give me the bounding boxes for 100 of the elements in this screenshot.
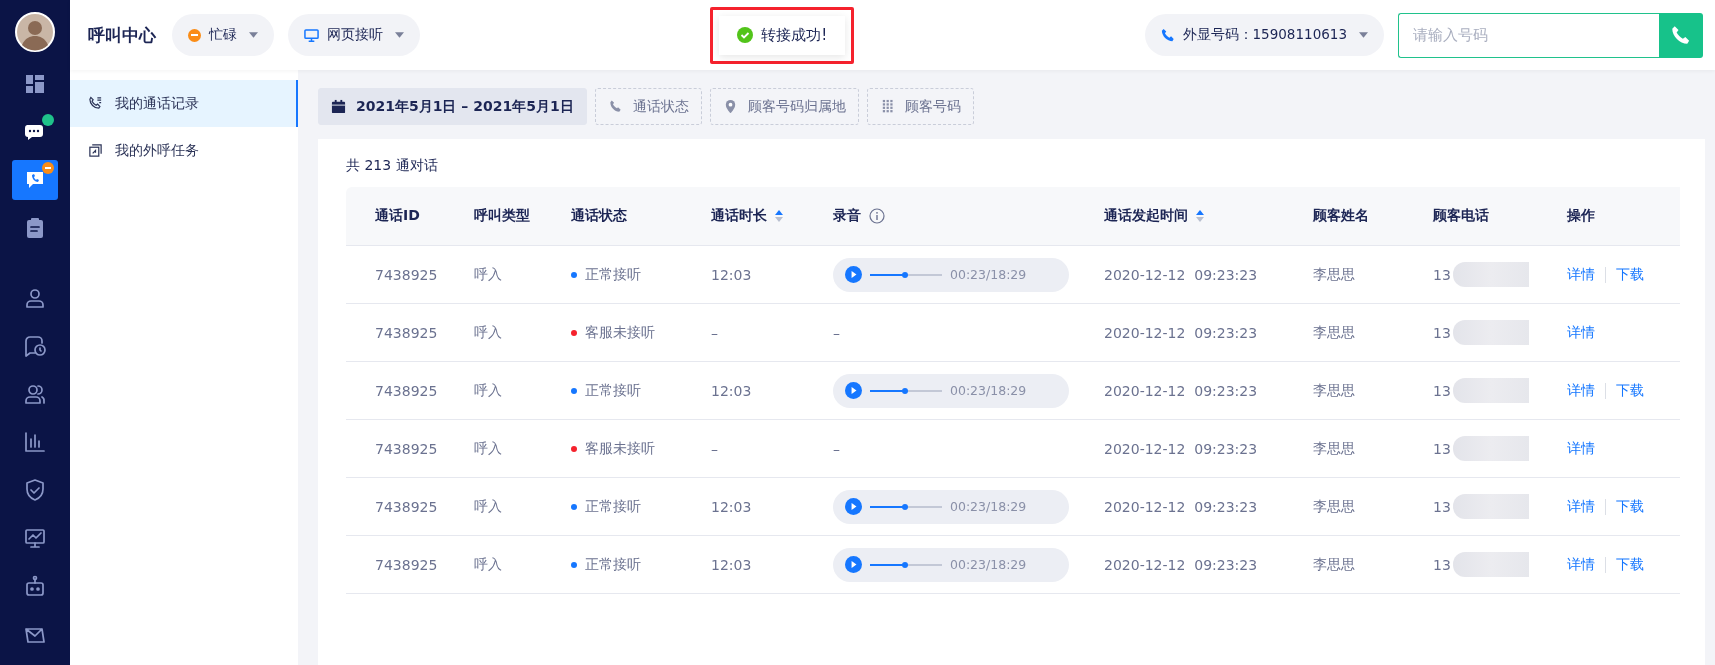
chat-clock-icon (23, 334, 47, 358)
phone-list-icon (88, 96, 103, 111)
progress-track[interactable] (870, 389, 942, 392)
column-header[interactable]: 通话发起时间 (1104, 187, 1313, 246)
playback-time: 00:23/18:29 (950, 499, 1027, 514)
table-cell: 13 (1433, 324, 1451, 341)
action-link[interactable]: 详情 (1567, 439, 1595, 458)
stacked-squares-icon (88, 143, 103, 158)
column-title: 呼叫类型 (474, 207, 530, 225)
caret-icon (1359, 32, 1368, 38)
action-link[interactable]: 下载 (1616, 265, 1644, 284)
table-cell: 呼入 (474, 323, 502, 342)
table-cell: 12:03 (711, 498, 752, 515)
filter-button[interactable]: 顾客号码 (866, 88, 974, 125)
table-cell: 2020-12-12 09:23:23 (1104, 382, 1258, 399)
table-cell: 13 (1433, 440, 1451, 457)
table-cell: 李思思 (1313, 555, 1355, 574)
shield-check-icon (23, 478, 47, 502)
column-title: 顾客姓名 (1313, 207, 1369, 225)
calendar-icon (331, 99, 346, 114)
playback-time: 00:23/18:29 (950, 557, 1027, 572)
column-title: 通话发起时间 (1104, 207, 1188, 225)
table-cell: 呼入 (474, 439, 502, 458)
table-cell: 正常接听 (585, 497, 641, 516)
action-link[interactable]: 详情 (1567, 497, 1595, 516)
action-link[interactable]: 详情 (1567, 381, 1595, 400)
table-cell: 客服未接听 (585, 323, 655, 342)
avatar[interactable] (15, 12, 55, 52)
table-cell: – (833, 324, 840, 341)
play-button[interactable] (845, 498, 862, 515)
action-link[interactable]: 下载 (1616, 381, 1644, 400)
table-cell: 12:03 (711, 382, 752, 399)
table-cell: 2020-12-12 09:23:23 (1104, 440, 1258, 457)
agent-status-dropdown[interactable]: 忙碌 (172, 14, 274, 56)
table-cell: 呼入 (474, 265, 502, 284)
record-count: 共 213 通对话 (346, 157, 439, 175)
table-cell: – (833, 440, 840, 457)
users-icon (23, 382, 47, 406)
monitor-chart-icon (23, 526, 47, 550)
dashboard-icon (23, 72, 47, 96)
playback-time: 00:23/18:29 (950, 383, 1027, 398)
play-button[interactable] (845, 382, 862, 399)
sort-icon[interactable] (775, 210, 783, 222)
date-range-filter[interactable]: 2021年5月1日 – 2021年5月1日 (318, 88, 587, 125)
progress-track[interactable] (870, 273, 942, 276)
table-cell: 13 (1433, 382, 1451, 399)
action-link[interactable]: 详情 (1567, 555, 1595, 574)
action-link[interactable]: 详情 (1567, 323, 1595, 342)
table-cell: 李思思 (1313, 439, 1355, 458)
progress-track[interactable] (870, 505, 942, 508)
table-cell: 7438925 (375, 556, 438, 573)
info-icon[interactable] (869, 208, 885, 224)
play-button[interactable] (845, 266, 862, 283)
table-cell: 7438925 (375, 440, 438, 457)
filter-button[interactable]: 通话状态 (594, 88, 702, 125)
answer-mode-dropdown[interactable]: 网页接听 (288, 14, 420, 56)
table-cell: 李思思 (1313, 381, 1355, 400)
table-cell: 12:03 (711, 556, 752, 573)
table-cell: – (711, 324, 718, 341)
table-cell: 呼入 (474, 497, 502, 516)
monitor-icon (304, 27, 319, 43)
progress-track[interactable] (870, 563, 942, 566)
play-button[interactable] (845, 556, 862, 573)
table-cell: 呼入 (474, 555, 502, 574)
action-link[interactable]: 下载 (1616, 555, 1644, 574)
column-title: 操作 (1567, 207, 1595, 225)
action-link[interactable]: 详情 (1567, 265, 1595, 284)
column-title: 录音 (833, 207, 861, 225)
table-cell: 正常接听 (585, 555, 641, 574)
column-header[interactable]: 通话时长 (711, 187, 833, 246)
table-cell: 12:03 (711, 266, 752, 283)
online-dot (42, 114, 54, 126)
sub-nav-item[interactable]: 我的通话记录 (70, 80, 298, 127)
toast-text: 转接成功! (761, 25, 828, 45)
table-cell: – (711, 440, 718, 457)
bar-chart-icon (23, 430, 47, 454)
caret-icon (249, 32, 258, 38)
page-title: 呼叫中心 (88, 23, 156, 47)
playback-time: 00:23/18:29 (950, 267, 1027, 282)
table-cell: 李思思 (1313, 497, 1355, 516)
table-cell: 13 (1433, 266, 1451, 283)
action-link[interactable]: 下载 (1616, 497, 1644, 516)
phone-icon (1671, 25, 1691, 45)
caret-icon (395, 32, 404, 38)
caller-id-dropdown[interactable]: 外显号码：15908110613 (1144, 14, 1384, 56)
table-cell: 呼入 (474, 381, 502, 400)
table-cell: 7438925 (375, 324, 438, 341)
busy-badge (42, 162, 54, 174)
table-cell: 李思思 (1313, 265, 1355, 284)
filter-button[interactable]: 顾客号码归属地 (709, 88, 859, 125)
table-cell: 2020-12-12 09:23:23 (1104, 498, 1258, 515)
table-cell: 2020-12-12 09:23:23 (1104, 556, 1258, 573)
sort-icon[interactable] (1196, 210, 1204, 222)
call-button[interactable] (1659, 12, 1703, 58)
phone-icon (607, 99, 623, 114)
column-title: 通话状态 (571, 207, 627, 225)
phone-number-field[interactable]: 请输入号码 (1398, 12, 1659, 58)
table-cell: 2020-12-12 09:23:23 (1104, 266, 1258, 283)
table-cell: 李思思 (1313, 323, 1355, 342)
robot-icon (23, 574, 47, 598)
